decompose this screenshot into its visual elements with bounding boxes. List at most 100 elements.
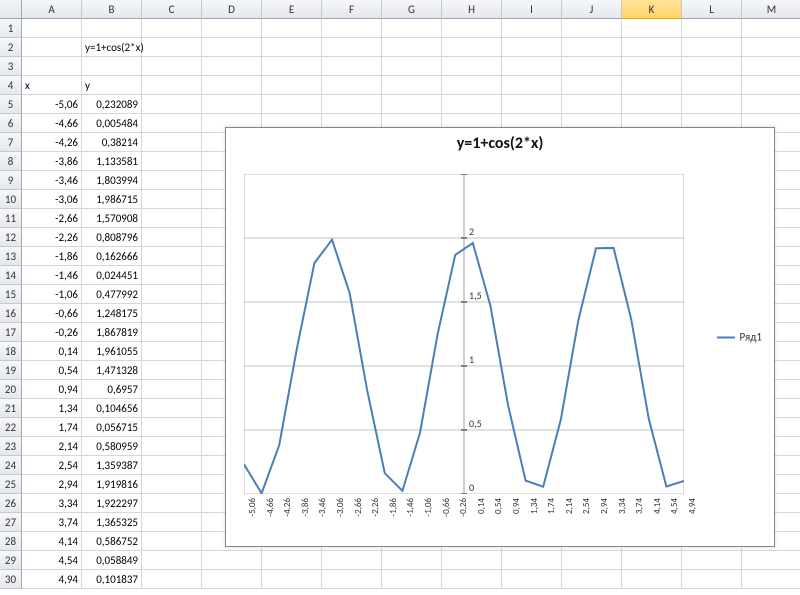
cell[interactable] <box>682 76 742 95</box>
cell[interactable] <box>502 76 562 95</box>
cell[interactable] <box>382 551 442 570</box>
column-header[interactable]: M <box>742 0 800 19</box>
row-header[interactable]: 16 <box>0 304 22 323</box>
cell[interactable] <box>442 95 502 114</box>
cell[interactable]: -3,06 <box>22 190 82 209</box>
row-header[interactable]: 25 <box>0 475 22 494</box>
cell[interactable]: 2,94 <box>22 475 82 494</box>
column-header[interactable]: I <box>502 0 562 19</box>
cell[interactable]: -1,06 <box>22 285 82 304</box>
cell[interactable]: 1,248175 <box>82 304 142 323</box>
cell[interactable] <box>202 76 262 95</box>
cell[interactable] <box>442 38 502 57</box>
cell[interactable] <box>142 532 202 551</box>
cell[interactable] <box>382 38 442 57</box>
cell[interactable] <box>262 570 322 589</box>
row-header[interactable]: 20 <box>0 380 22 399</box>
cell[interactable]: 1,922297 <box>82 494 142 513</box>
cell[interactable] <box>442 551 502 570</box>
cell[interactable]: 1,365325 <box>82 513 142 532</box>
row-header[interactable]: 11 <box>0 209 22 228</box>
cell[interactable] <box>142 266 202 285</box>
cell[interactable] <box>142 399 202 418</box>
cell[interactable] <box>322 38 382 57</box>
row-header[interactable]: 2 <box>0 38 22 57</box>
cell[interactable] <box>142 323 202 342</box>
cell[interactable] <box>562 76 622 95</box>
row-header[interactable]: 22 <box>0 418 22 437</box>
cell[interactable]: 2,54 <box>22 456 82 475</box>
cell[interactable] <box>682 57 742 76</box>
cell[interactable] <box>82 19 142 38</box>
row-header[interactable]: 1 <box>0 19 22 38</box>
cell[interactable] <box>562 38 622 57</box>
cell[interactable]: 1,919816 <box>82 475 142 494</box>
cell[interactable]: 0,477992 <box>82 285 142 304</box>
cell[interactable]: 0,058849 <box>82 551 142 570</box>
column-header[interactable]: F <box>322 0 382 19</box>
cell[interactable] <box>622 570 682 589</box>
cell[interactable] <box>142 418 202 437</box>
cell[interactable] <box>562 19 622 38</box>
cell[interactable]: 1,986715 <box>82 190 142 209</box>
cell[interactable] <box>202 38 262 57</box>
cell[interactable] <box>142 76 202 95</box>
cell[interactable] <box>202 19 262 38</box>
cell[interactable] <box>142 285 202 304</box>
cell[interactable] <box>442 570 502 589</box>
row-header[interactable]: 6 <box>0 114 22 133</box>
row-header[interactable]: 10 <box>0 190 22 209</box>
column-header[interactable]: J <box>562 0 622 19</box>
row-header[interactable]: 15 <box>0 285 22 304</box>
cell[interactable]: 1,961055 <box>82 342 142 361</box>
cell[interactable] <box>322 19 382 38</box>
cell[interactable] <box>142 551 202 570</box>
cell[interactable] <box>742 95 800 114</box>
cell[interactable]: -4,66 <box>22 114 82 133</box>
cell[interactable]: 3,74 <box>22 513 82 532</box>
cell[interactable]: -1,46 <box>22 266 82 285</box>
cell[interactable] <box>142 342 202 361</box>
cell[interactable] <box>502 95 562 114</box>
cell[interactable]: 0,38214 <box>82 133 142 152</box>
cell[interactable] <box>142 171 202 190</box>
cell[interactable] <box>622 38 682 57</box>
cell[interactable]: 0,162666 <box>82 247 142 266</box>
cell[interactable] <box>382 19 442 38</box>
cell[interactable]: -0,66 <box>22 304 82 323</box>
row-header[interactable]: 5 <box>0 95 22 114</box>
cell[interactable] <box>142 475 202 494</box>
embedded-chart[interactable]: y=1+cos(2*x) 00,511,522,5 -5,06-4,66-4,2… <box>225 127 775 547</box>
column-header[interactable]: G <box>382 0 442 19</box>
cell[interactable] <box>382 57 442 76</box>
cell[interactable] <box>262 95 322 114</box>
cell[interactable] <box>502 570 562 589</box>
cell[interactable]: 1,34 <box>22 399 82 418</box>
cell[interactable]: -0,26 <box>22 323 82 342</box>
cell[interactable] <box>622 95 682 114</box>
cell[interactable] <box>202 551 262 570</box>
row-header[interactable]: 21 <box>0 399 22 418</box>
cell[interactable] <box>322 570 382 589</box>
row-header[interactable]: 23 <box>0 437 22 456</box>
cell[interactable] <box>622 19 682 38</box>
row-header[interactable]: 28 <box>0 532 22 551</box>
row-header[interactable]: 19 <box>0 361 22 380</box>
cell[interactable] <box>502 551 562 570</box>
cell[interactable] <box>22 57 82 76</box>
cell[interactable]: 0,586752 <box>82 532 142 551</box>
cell[interactable] <box>742 19 800 38</box>
cell[interactable]: y=1+cos(2*x) <box>82 38 142 57</box>
cell[interactable] <box>622 76 682 95</box>
cell[interactable] <box>622 551 682 570</box>
row-header[interactable]: 3 <box>0 57 22 76</box>
cell[interactable] <box>142 228 202 247</box>
cell[interactable]: x <box>22 76 82 95</box>
cell[interactable] <box>22 38 82 57</box>
row-header[interactable]: 26 <box>0 494 22 513</box>
cell[interactable]: 3,34 <box>22 494 82 513</box>
cell[interactable]: 0,94 <box>22 380 82 399</box>
cell[interactable] <box>142 361 202 380</box>
cell[interactable] <box>682 570 742 589</box>
cell[interactable] <box>382 95 442 114</box>
